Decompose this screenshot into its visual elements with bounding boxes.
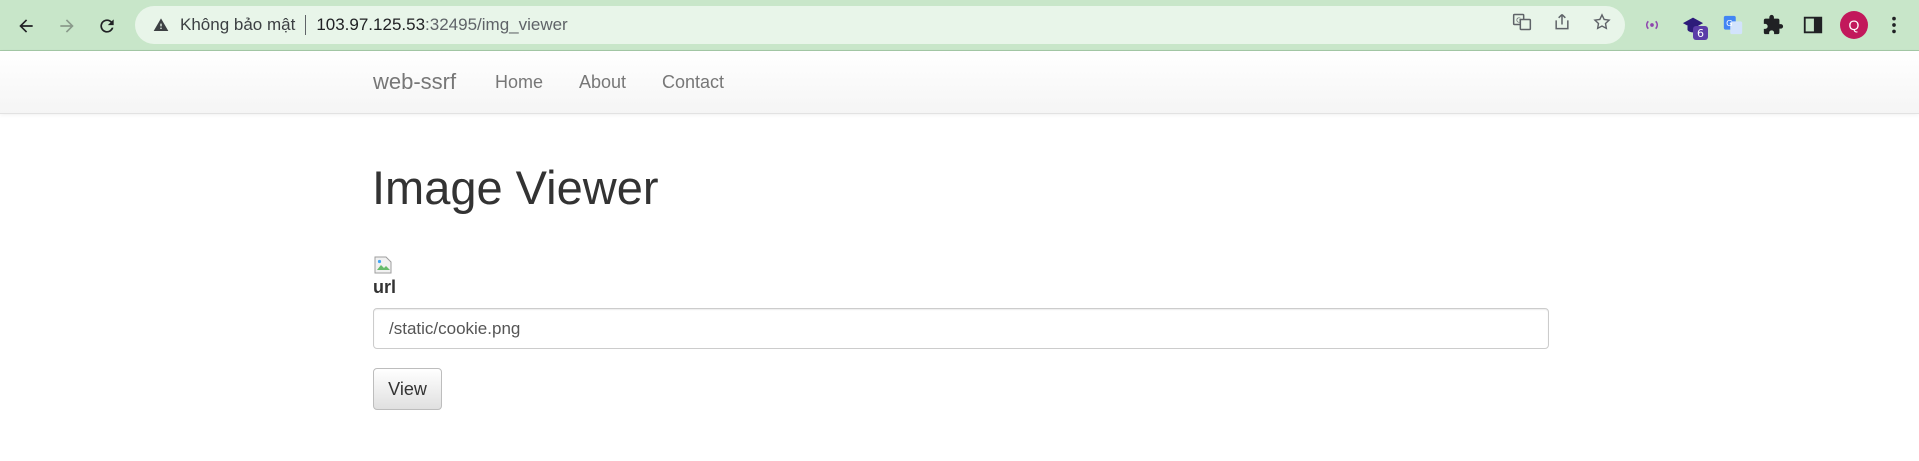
browser-toolbar: Không bảo mật 103.97.125.53:32495/img_vi… bbox=[0, 0, 1919, 51]
side-panel-icon bbox=[1803, 16, 1823, 34]
extension-graduation-button[interactable]: 6 bbox=[1678, 10, 1708, 40]
url-field-label: url bbox=[373, 277, 397, 297]
arrow-right-icon bbox=[60, 19, 74, 33]
translate-button[interactable]: G bbox=[1509, 9, 1535, 35]
nav-link-home[interactable]: Home bbox=[495, 72, 543, 93]
broadcast-icon bbox=[1646, 20, 1658, 30]
broken-image-icon bbox=[374, 256, 392, 274]
svg-text:G: G bbox=[1726, 18, 1732, 28]
extensions-button[interactable] bbox=[1758, 10, 1788, 40]
profile-avatar[interactable]: Q bbox=[1840, 11, 1868, 39]
navbar-brand[interactable]: web-ssrf bbox=[373, 69, 456, 95]
extension-radio-button[interactable] bbox=[1637, 10, 1667, 40]
puzzle-icon bbox=[1763, 14, 1784, 35]
svg-text:G: G bbox=[1516, 16, 1521, 24]
site-navbar: web-ssrf Home About Contact bbox=[0, 51, 1919, 114]
browser-menu-button[interactable] bbox=[1879, 10, 1909, 40]
url-input[interactable] bbox=[373, 308, 1549, 349]
url-path: :32495/img_viewer bbox=[425, 15, 568, 34]
back-button[interactable] bbox=[12, 12, 40, 40]
page-title: Image Viewer bbox=[372, 161, 659, 214]
extension-badge: 6 bbox=[1693, 26, 1708, 40]
side-panel-button[interactable] bbox=[1798, 10, 1828, 40]
share-button[interactable] bbox=[1549, 9, 1575, 35]
extension-translate-button[interactable]: G bbox=[1718, 10, 1748, 40]
bookmark-button[interactable] bbox=[1589, 9, 1615, 35]
kebab-menu-icon bbox=[1892, 16, 1896, 34]
view-button[interactable]: View bbox=[373, 368, 442, 410]
address-bar[interactable]: Không bảo mật 103.97.125.53:32495/img_vi… bbox=[135, 6, 1625, 44]
star-icon bbox=[1593, 13, 1611, 30]
translate-icon: G bbox=[1512, 13, 1532, 31]
url-host: 103.97.125.53 bbox=[316, 15, 426, 34]
security-status-label[interactable]: Không bảo mật bbox=[180, 15, 295, 35]
arrow-left-icon bbox=[19, 19, 33, 33]
share-icon bbox=[1555, 13, 1569, 30]
reload-icon bbox=[100, 19, 114, 33]
reload-button[interactable] bbox=[93, 12, 121, 40]
nav-link-contact[interactable]: Contact bbox=[662, 72, 724, 93]
nav-link-about[interactable]: About bbox=[579, 72, 626, 93]
forward-button[interactable] bbox=[53, 12, 81, 40]
warning-icon bbox=[152, 16, 170, 34]
google-translate-icon: G bbox=[1723, 15, 1743, 35]
omnibox-divider bbox=[305, 15, 307, 35]
